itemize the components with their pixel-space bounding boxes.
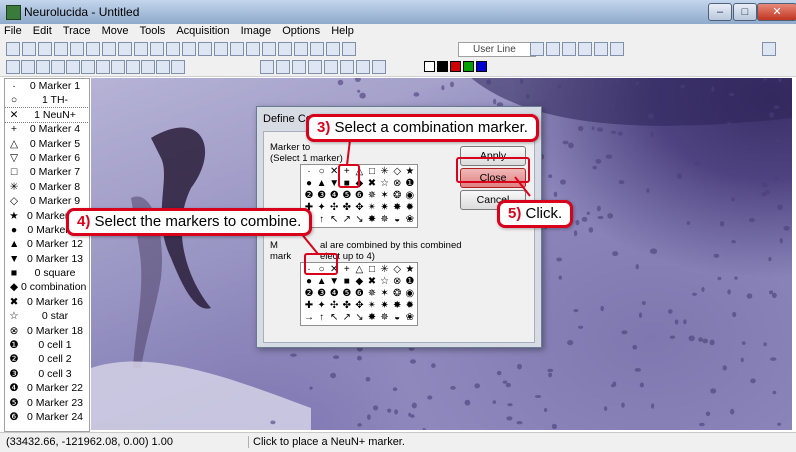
callout-step-3: 3) Select a combination marker. bbox=[306, 114, 539, 142]
callout-step-3-number: 3) bbox=[317, 119, 331, 136]
callout-step-4-text: Select the markers to combine. bbox=[94, 213, 302, 230]
status-message: Click to place a NeuN+ marker. bbox=[248, 436, 405, 448]
callout-step-5: 5) Click. bbox=[497, 200, 574, 228]
callout-step-4-number: 4) bbox=[77, 213, 91, 230]
callout-step-4: 4) Select the markers to combine. bbox=[66, 208, 313, 236]
callout-step-5-number: 5) bbox=[508, 205, 522, 222]
status-bar: (33432.66, -121962.08, 0.00) 1.00 Click … bbox=[0, 432, 796, 452]
callout-step-5-text: Click. bbox=[525, 205, 563, 222]
cursor-coordinates: (33432.66, -121962.08, 0.00) 1.00 bbox=[6, 436, 173, 448]
callout-step-3-text: Select a combination marker. bbox=[334, 119, 528, 136]
